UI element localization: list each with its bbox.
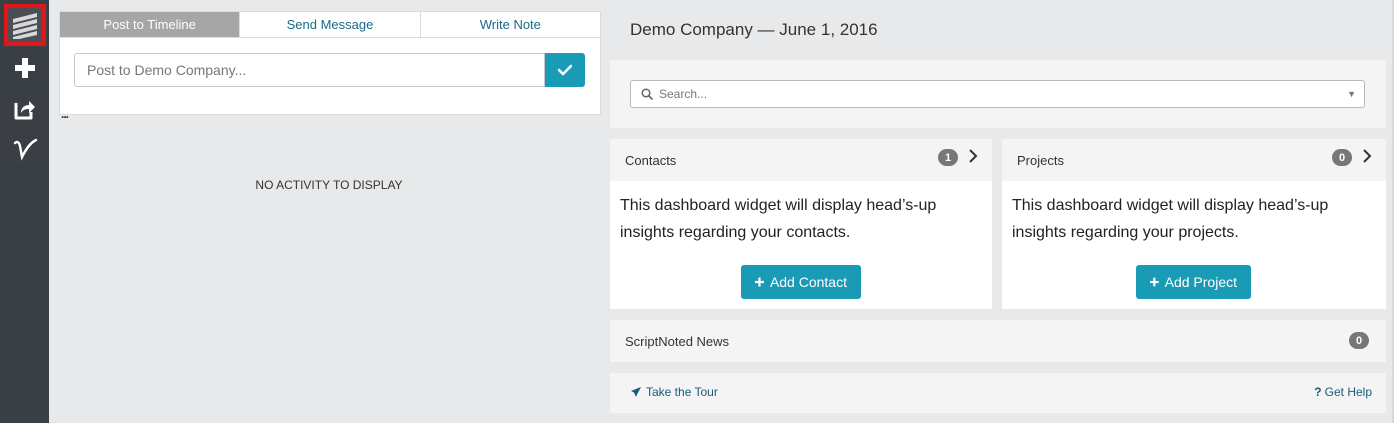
news-card[interactable]: ScriptNoted News 0 [610, 320, 1386, 362]
contacts-widget-body: This dashboard widget will display head’… [620, 197, 937, 241]
sidebar [0, 0, 49, 423]
contacts-widget: Contacts 1 This dashboard widget will di… [610, 139, 992, 309]
contacts-count-badge: 1 [938, 149, 958, 166]
add-project-button[interactable]: Add Project [1136, 265, 1251, 299]
post-input[interactable] [74, 53, 545, 87]
projects-widget-header[interactable]: Projects 0 [1002, 139, 1386, 181]
plus-icon [755, 277, 764, 287]
tab-send-message[interactable]: Send Message [240, 12, 421, 37]
search-card: ▼ [610, 60, 1386, 128]
add-project-label: Add Project [1164, 274, 1237, 290]
share-icon[interactable] [0, 93, 49, 125]
v-signature-icon[interactable] [0, 133, 49, 165]
timeline-panel: Post to Timeline Send Message Write Note… [59, 11, 601, 192]
plus-icon [1150, 277, 1159, 287]
page-title: Demo Company — June 1, 2016 [630, 20, 878, 39]
footer-card: Take the Tour ? Get Help [610, 373, 1386, 413]
get-help-label: Get Help [1324, 385, 1372, 399]
search-select[interactable]: ▼ [630, 80, 1365, 108]
more-options[interactable]: ... [61, 107, 69, 121]
chevron-down-icon[interactable]: ▼ [1347, 89, 1356, 99]
tab-post-to-timeline[interactable]: Post to Timeline [60, 12, 241, 37]
news-count-badge: 0 [1349, 332, 1369, 349]
projects-widget: Projects 0 This dashboard widget will di… [1002, 139, 1386, 309]
projects-widget-title: Projects [1017, 152, 1064, 168]
projects-widget-body: This dashboard widget will display head’… [1012, 197, 1329, 241]
logo-icon[interactable] [4, 4, 46, 46]
post-composer [59, 38, 601, 115]
take-tour-link[interactable]: Take the Tour [630, 385, 718, 399]
search-input[interactable] [653, 87, 1348, 101]
plus-icon[interactable] [0, 52, 49, 84]
get-help-link[interactable]: ? Get Help [1314, 385, 1372, 399]
question-icon: ? [1314, 385, 1322, 399]
tab-write-note[interactable]: Write Note [421, 12, 600, 37]
post-submit-button[interactable] [545, 53, 585, 87]
search-icon [641, 88, 653, 100]
contacts-widget-header[interactable]: Contacts 1 [610, 139, 992, 181]
chevron-right-icon[interactable] [968, 147, 978, 168]
projects-count-badge: 0 [1332, 149, 1352, 166]
add-contact-button[interactable]: Add Contact [741, 265, 861, 299]
post-tabs: Post to Timeline Send Message Write Note [59, 11, 601, 38]
check-icon [558, 64, 572, 76]
empty-activity-message: NO ACTIVITY TO DISPLAY [255, 178, 403, 192]
add-contact-label: Add Contact [769, 274, 847, 290]
contacts-widget-title: Contacts [625, 152, 677, 168]
plane-icon [631, 387, 641, 397]
chevron-right-icon[interactable] [1362, 147, 1372, 168]
take-tour-label: Take the Tour [646, 385, 718, 399]
news-title: ScriptNoted News [625, 333, 730, 349]
